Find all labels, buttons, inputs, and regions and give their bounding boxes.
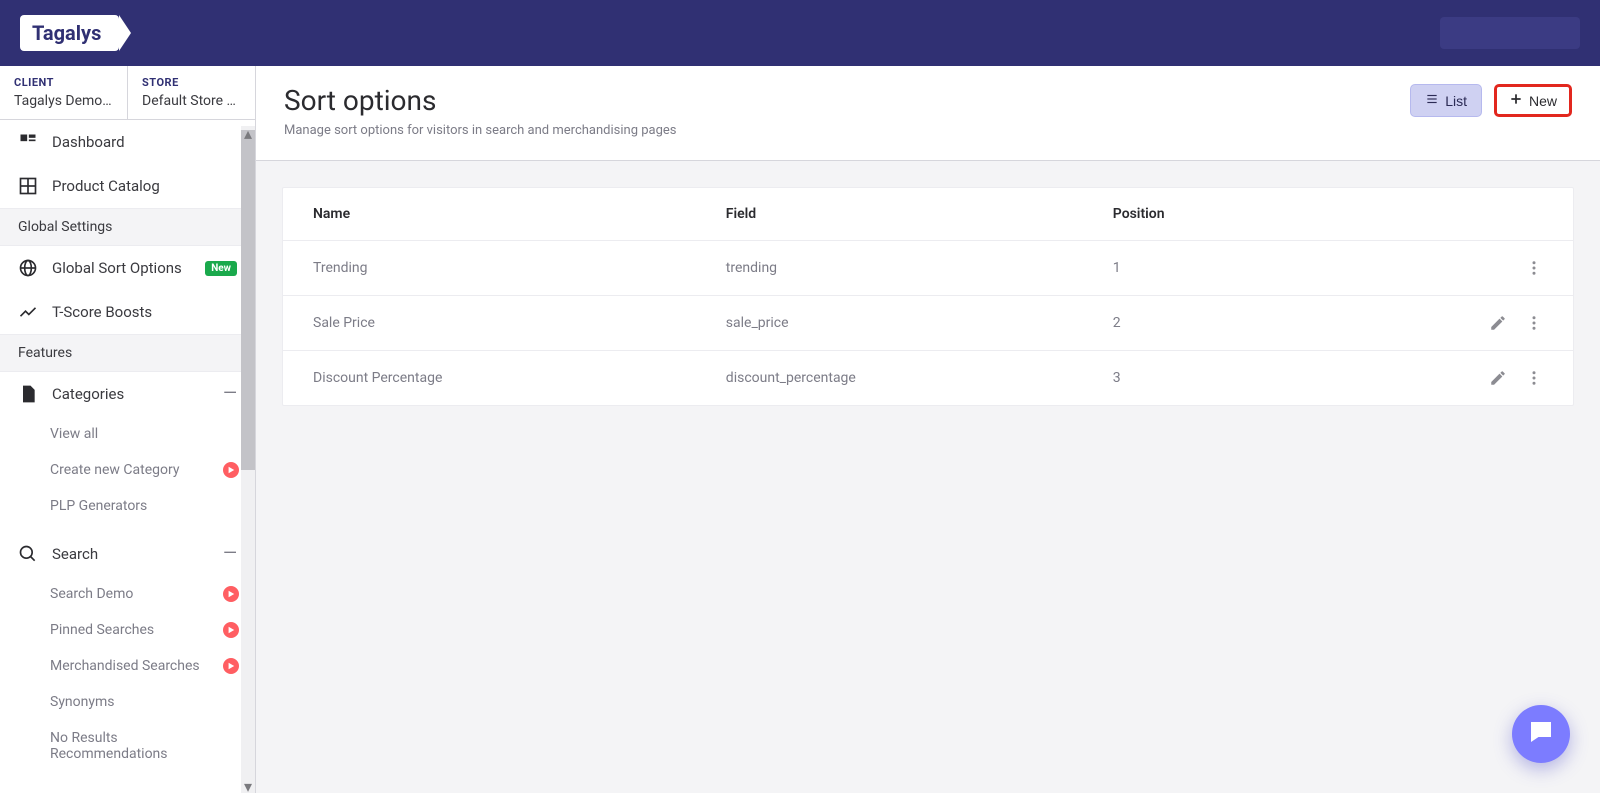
new-button-label: New <box>1529 93 1557 109</box>
cell-field: discount_percentage <box>696 351 1083 406</box>
sort-options-table: Name Field Position Trendingtrending1Sal… <box>283 188 1573 405</box>
list-button[interactable]: List <box>1410 84 1482 117</box>
nav-product-catalog[interactable]: Product Catalog <box>0 164 255 208</box>
dashboard-icon <box>18 132 38 152</box>
nav-sub-label: Search Demo <box>50 586 133 602</box>
client-selector[interactable]: CLIENT Tagalys Demo … <box>0 66 127 119</box>
nav-label: Dashboard <box>52 133 125 151</box>
brand-logo[interactable]: Tagalys <box>20 15 119 51</box>
page-title: Sort options <box>284 84 677 117</box>
col-name: Name <box>283 188 696 241</box>
cell-name: Discount Percentage <box>283 351 696 406</box>
trend-icon <box>18 302 38 322</box>
header-actions: List New <box>1410 84 1572 117</box>
section-global-settings: Global Settings <box>0 208 255 246</box>
sidebar: CLIENT Tagalys Demo … STORE Default Stor… <box>0 66 256 793</box>
nav-dashboard[interactable]: Dashboard <box>0 120 255 164</box>
nav-search-demo[interactable]: Search Demo <box>0 576 255 612</box>
play-icon <box>223 658 239 674</box>
nav-sub-label: PLP Generators <box>50 498 147 514</box>
nav-label: T-Score Boosts <box>52 303 152 321</box>
plus-icon <box>1509 92 1523 109</box>
nav-categories-view-all[interactable]: View all <box>0 416 255 452</box>
nav-sub-label: Pinned Searches <box>50 622 154 638</box>
cell-position: 2 <box>1083 296 1453 351</box>
scroll-up-icon[interactable]: ▴ <box>241 126 255 140</box>
more-icon[interactable] <box>1525 369 1543 387</box>
nav-label: Product Catalog <box>52 177 160 195</box>
cell-field: sale_price <box>696 296 1083 351</box>
main: Sort options Manage sort options for vis… <box>256 66 1600 793</box>
store-value: Default Store … <box>142 93 241 109</box>
table-row: Trendingtrending1 <box>283 241 1573 296</box>
nav-sub-label: View all <box>50 426 98 442</box>
cell-name: Trending <box>283 241 696 296</box>
store-label: STORE <box>142 76 241 89</box>
nav-categories-create[interactable]: Create new Category <box>0 452 255 488</box>
edit-icon[interactable] <box>1489 314 1507 332</box>
globe-icon <box>18 258 38 278</box>
nav-sub-label: No Results Recommendations <box>50 730 237 762</box>
page-header: Sort options Manage sort options for vis… <box>256 66 1600 161</box>
client-label: CLIENT <box>14 76 113 89</box>
sidebar-scrollbar[interactable] <box>241 126 255 793</box>
chat-fab[interactable] <box>1512 705 1570 763</box>
nav-categories[interactable]: Categories — <box>0 372 255 416</box>
collapse-icon: — <box>223 385 237 403</box>
new-button[interactable]: New <box>1494 84 1572 117</box>
cell-name: Sale Price <box>283 296 696 351</box>
sort-options-table-card: Name Field Position Trendingtrending1Sal… <box>282 187 1574 406</box>
table-row: Discount Percentagediscount_percentage3 <box>283 351 1573 406</box>
catalog-icon <box>18 176 38 196</box>
more-icon[interactable] <box>1525 259 1543 277</box>
nav-label: Global Sort Options <box>52 259 182 277</box>
list-button-label: List <box>1445 93 1467 109</box>
nav-global-sort-options[interactable]: Global Sort Options New <box>0 246 255 290</box>
edit-icon[interactable] <box>1489 369 1507 387</box>
more-icon[interactable] <box>1525 314 1543 332</box>
nav: Dashboard Product Catalog Global Setting… <box>0 120 255 793</box>
cell-field: trending <box>696 241 1083 296</box>
nav-tscore-boosts[interactable]: T-Score Boosts <box>0 290 255 334</box>
nav-sub-label: Synonyms <box>50 694 115 710</box>
client-value: Tagalys Demo … <box>14 93 113 109</box>
cell-position: 3 <box>1083 351 1453 406</box>
content: Name Field Position Trendingtrending1Sal… <box>256 161 1600 793</box>
collapse-icon: — <box>223 545 237 563</box>
scroll-down-icon[interactable]: ▾ <box>241 779 255 793</box>
nav-search-no-results[interactable]: No Results Recommendations <box>0 720 255 772</box>
nav-sub-label: Merchandised Searches <box>50 658 200 674</box>
nav-label: Categories <box>52 385 124 403</box>
col-position: Position <box>1083 188 1453 241</box>
page-icon <box>18 384 38 404</box>
topbar: Tagalys <box>0 0 1600 66</box>
nav-categories-plp[interactable]: PLP Generators <box>0 488 255 524</box>
col-field: Field <box>696 188 1083 241</box>
nav-search[interactable]: Search — <box>0 532 255 576</box>
nav-search-synonyms[interactable]: Synonyms <box>0 684 255 720</box>
context-switcher: CLIENT Tagalys Demo … STORE Default Stor… <box>0 66 255 120</box>
scrollbar-thumb[interactable] <box>241 130 255 470</box>
page-subtitle: Manage sort options for visitors in sear… <box>284 123 677 138</box>
section-features: Features <box>0 334 255 372</box>
store-selector[interactable]: STORE Default Store … <box>127 66 255 119</box>
chat-icon <box>1526 717 1556 751</box>
play-icon <box>223 622 239 638</box>
list-icon <box>1425 92 1439 109</box>
account-menu[interactable] <box>1440 17 1580 49</box>
nav-sub-label: Create new Category <box>50 462 179 478</box>
new-badge: New <box>205 261 237 276</box>
table-row: Sale Pricesale_price2 <box>283 296 1573 351</box>
play-icon <box>223 586 239 602</box>
search-icon <box>18 544 38 564</box>
nav-search-pinned[interactable]: Pinned Searches <box>0 612 255 648</box>
nav-label: Search <box>52 545 98 563</box>
cell-position: 1 <box>1083 241 1453 296</box>
nav-search-merchandised[interactable]: Merchandised Searches <box>0 648 255 684</box>
play-icon <box>223 462 239 478</box>
